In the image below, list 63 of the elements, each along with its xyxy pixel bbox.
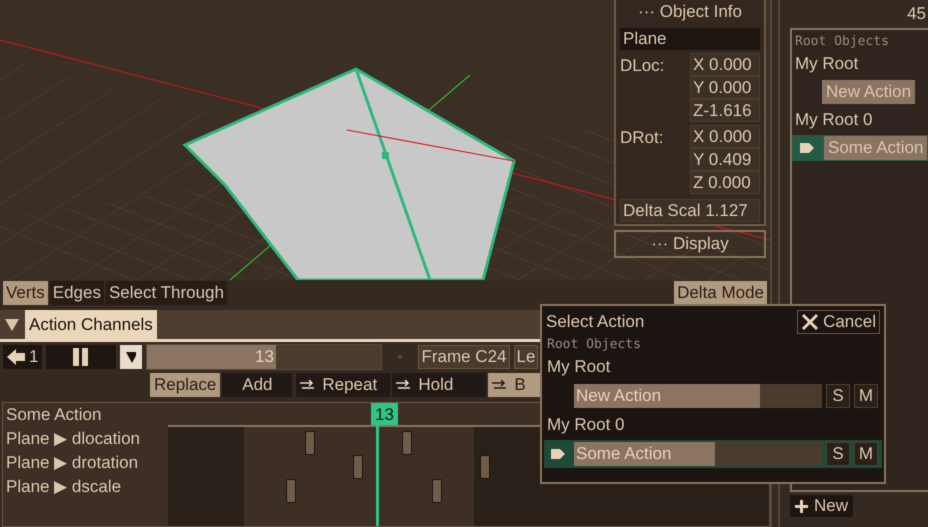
extend-mode-toggle[interactable]: Repeat	[296, 373, 390, 397]
solo-button[interactable]: S	[826, 442, 850, 466]
length-field[interactable]: Le	[514, 345, 538, 369]
blend-mode-toggle[interactable]: Replace	[150, 373, 220, 397]
panel-title[interactable]: ··· Object Info	[620, 0, 760, 28]
mute-button[interactable]: M	[854, 442, 878, 466]
keyframe[interactable]	[305, 431, 315, 455]
keyframe[interactable]	[432, 479, 442, 503]
section-label: Root Objects	[794, 33, 890, 49]
field-label: DLoc:	[620, 55, 664, 77]
plus-icon	[795, 500, 808, 512]
dropdown-button[interactable]	[120, 345, 142, 369]
arrows-icon	[492, 380, 506, 390]
section-label: Root Objects	[546, 336, 642, 352]
number-field[interactable]: X 0.000	[690, 53, 760, 76]
arrows-icon	[396, 380, 410, 390]
name-field[interactable]: Plane	[620, 28, 760, 50]
pause-button[interactable]	[46, 345, 116, 369]
blend-mode-toggle[interactable]: Add	[222, 373, 292, 397]
mute-button[interactable]: M	[854, 384, 878, 408]
root-object-label: My Root 0	[546, 414, 626, 436]
channel-label[interactable]: Plane ▶ dscale	[3, 475, 168, 499]
channel-label[interactable]: Plane ▶ dlocation	[3, 427, 168, 451]
number-field[interactable]: X 0.000	[690, 125, 760, 148]
expand-triangle-icon[interactable]	[5, 318, 19, 330]
header-number: 45	[906, 4, 927, 25]
cancel-button[interactable]: Cancel	[797, 310, 880, 334]
keyframe[interactable]	[353, 455, 363, 479]
number-field[interactable]: Z 0.000	[690, 171, 760, 194]
channel-label[interactable]: Plane ▶ drotation	[3, 451, 168, 475]
keyframe[interactable]	[480, 455, 490, 479]
delta-mode-button[interactable]: Delta Mode	[674, 281, 767, 305]
number-field[interactable]: Y 0.000	[690, 76, 760, 99]
previous-button[interactable]: 1	[3, 345, 42, 369]
root-object-label: My Root 0	[794, 109, 874, 131]
left-arrow-icon	[7, 349, 25, 365]
tag-icon	[800, 143, 814, 153]
extend-mode-toggle[interactable]: Hold	[392, 373, 486, 397]
select-mode-toggle[interactable]: Verts	[3, 281, 48, 305]
action-row[interactable]: Some Action S M	[544, 440, 882, 468]
keyframe[interactable]	[286, 479, 296, 503]
keyframe[interactable]	[402, 431, 412, 455]
tag-icon	[551, 449, 565, 459]
select-mode-toggle[interactable]: Edges	[50, 281, 104, 305]
arrows-icon	[300, 380, 314, 390]
number-field[interactable]: Z-1.616	[690, 99, 760, 122]
number-field[interactable]: Y 0.409	[690, 148, 760, 171]
frame-field[interactable]: Frame C24	[418, 345, 510, 369]
caret-icon	[126, 352, 136, 362]
pause-icon	[72, 348, 90, 366]
display-button[interactable]: ··· Display	[614, 230, 766, 258]
root-object-label: My Root	[794, 53, 860, 75]
playhead-marker[interactable]: 13	[371, 403, 398, 425]
viewport[interactable]: ··· Object Info Plane DLoc: X 0.000 Y 0.000 Z-1.616 DRot: X 0.000 Y 0.409 Z 0.000 Delta Scal 1.127 ··· Display	[0, 0, 770, 280]
number-field[interactable]: Delta Scal 1.127	[620, 199, 760, 222]
solo-button[interactable]: S	[826, 384, 850, 408]
new-button[interactable]: New	[790, 495, 854, 517]
select-mode-toggle[interactable]: Select Through	[106, 281, 227, 305]
dialog-title: Select Action	[546, 312, 644, 332]
field-label: DRot:	[620, 127, 664, 149]
action-name: Some Action	[5, 404, 102, 426]
close-icon	[801, 313, 820, 331]
section-title: Action Channels	[25, 310, 157, 339]
